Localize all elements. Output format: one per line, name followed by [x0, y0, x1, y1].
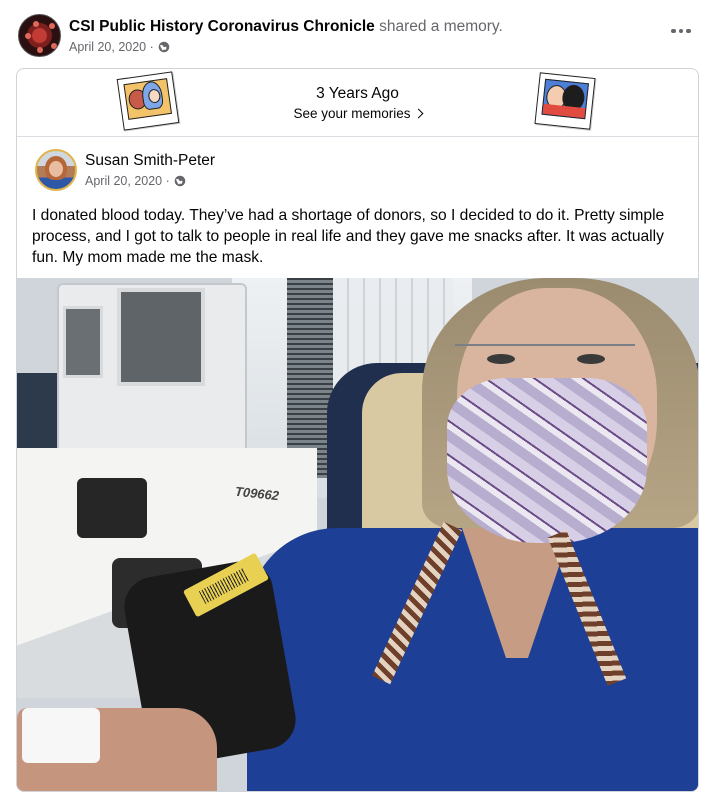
globe-icon: [158, 41, 170, 53]
header-line: CSI Public History Coronavirus Chronicle…: [69, 18, 503, 36]
original-post-date[interactable]: April 20, 2020 ·: [85, 174, 170, 188]
see-memories-link[interactable]: See your memories: [17, 106, 698, 121]
memory-card: 3 Years Ago See your memories Susan Smit…: [16, 68, 699, 792]
post-text: I donated blood today. They’ve had a sho…: [32, 207, 665, 266]
globe-icon: [174, 175, 186, 187]
original-post-header: Susan Smith-Peter April 20, 2020 ·: [35, 149, 680, 193]
more-options-icon[interactable]: [670, 26, 692, 36]
page-name-link[interactable]: CSI Public History Coronavirus Chronicle: [69, 18, 375, 35]
post-header: CSI Public History Coronavirus Chronicle…: [18, 14, 696, 60]
memory-illustration-right-icon: [534, 72, 596, 130]
post-date[interactable]: April 20, 2020 ·: [69, 40, 154, 54]
chevron-right-icon: [413, 108, 423, 119]
post-date-row: April 20, 2020 ·: [69, 40, 170, 54]
memory-title: 3 Years Ago: [316, 85, 399, 102]
author-avatar[interactable]: [35, 149, 77, 191]
original-post-date-row: April 20, 2020 ·: [85, 174, 186, 188]
memory-banner: 3 Years Ago See your memories: [17, 69, 698, 137]
shared-memory-post: CSI Public History Coronavirus Chronicle…: [0, 0, 714, 800]
see-memories-label: See your memories: [293, 106, 411, 121]
page-avatar[interactable]: [18, 14, 61, 57]
action-text: shared a memory.: [379, 18, 503, 35]
post-photo[interactable]: T09662: [17, 278, 698, 791]
author-name-link[interactable]: Susan Smith-Peter: [85, 152, 215, 170]
